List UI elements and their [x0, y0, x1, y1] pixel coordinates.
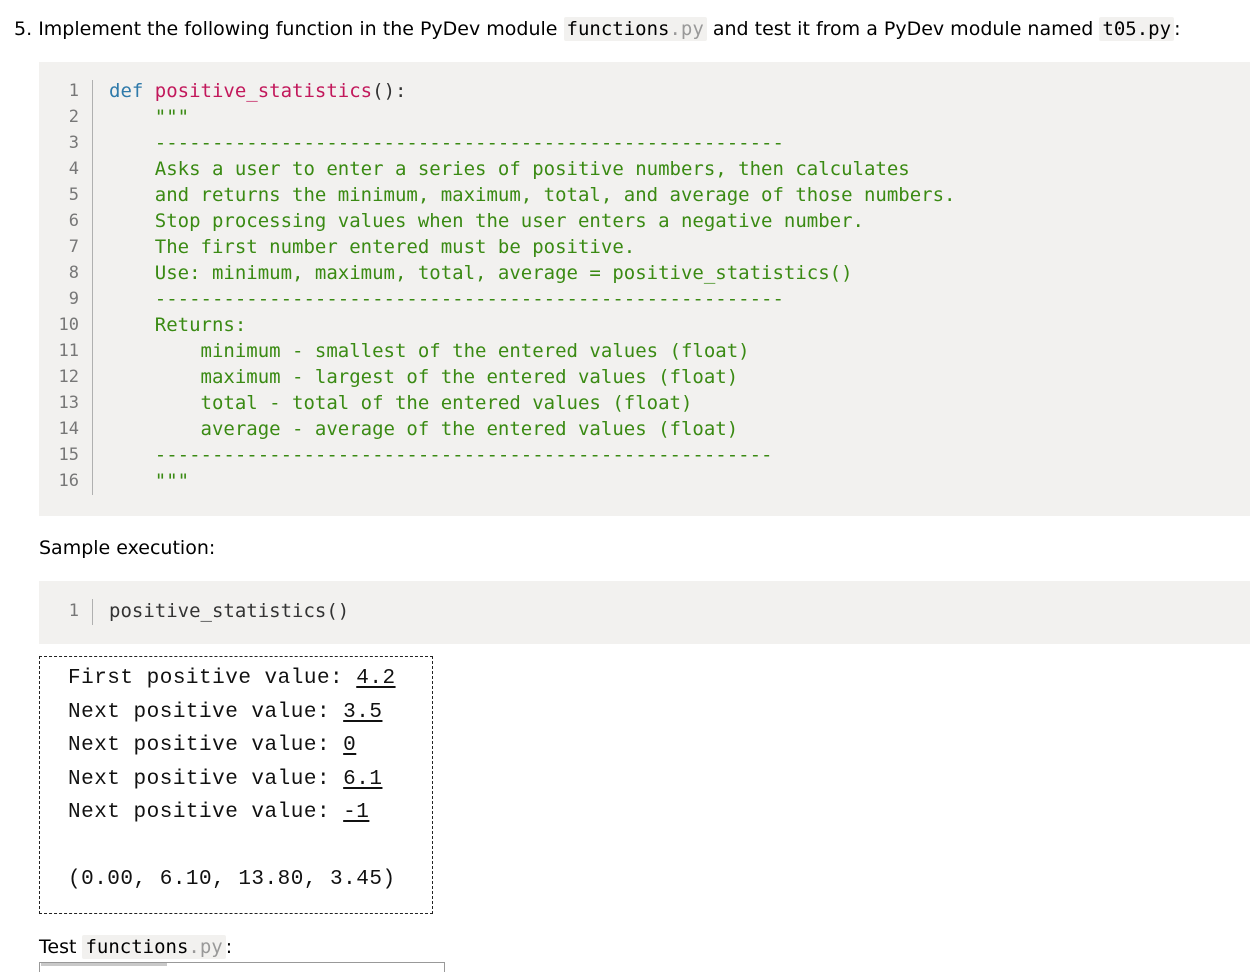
def-keyword: def [109, 80, 144, 102]
code-line: ----------------------------------------… [109, 444, 773, 466]
console-line: Next positive value: -1 [68, 801, 370, 824]
line-number: 9 [68, 289, 79, 309]
sample-call: positive_statistics() [109, 600, 350, 622]
sample-execution-label: Sample execution: [39, 537, 216, 559]
line-number-gutter: 1 2 3 4 5 6 7 8 9 10 11 12 13 14 15 16 [39, 78, 79, 494]
code-line: """ [109, 106, 190, 128]
question-text-before: Implement the following function in the … [38, 18, 558, 40]
code-line: """ [109, 470, 190, 492]
sample-code-block: 1 positive_statistics() [39, 581, 1250, 644]
code-line: Asks a user to enter a series of positiv… [109, 158, 910, 180]
console-line: Next positive value: 6.1 [68, 768, 383, 791]
user-input: 3.5 [343, 701, 383, 724]
console-result: (0.00, 6.10, 13.80, 3.45) [68, 868, 396, 891]
test-module-code: t05.py [1099, 17, 1175, 41]
code-line: Use: minimum, maximum, total, average = … [109, 262, 853, 284]
code-line: ----------------------------------------… [109, 132, 784, 154]
code-line: ----------------------------------------… [109, 288, 784, 310]
line-number: 10 [58, 315, 79, 335]
function-source: def positive_statistics(): """ ---------… [109, 78, 955, 494]
code-line: Returns: [109, 314, 247, 336]
question-text-end: : [1174, 18, 1181, 40]
question-heading: 5. Implement the following function in t… [14, 14, 1244, 44]
module-name-code: functions.py [563, 17, 707, 41]
user-input: -1 [343, 801, 370, 824]
test-label: Test functions.py: [39, 935, 233, 959]
line-number: 12 [58, 367, 79, 387]
console-output: First positive value: 4.2 Next positive … [39, 656, 433, 914]
line-number: 4 [68, 159, 79, 179]
function-code-block: 1 2 3 4 5 6 7 8 9 10 11 12 13 14 15 16 def positive_sta… [39, 62, 1250, 516]
line-number: 7 [68, 237, 79, 257]
code-line: minimum - smallest of the entered values… [109, 340, 750, 362]
test-module-code: functions.py [82, 935, 226, 959]
line-number: 16 [58, 471, 79, 491]
question-number: 5. [14, 18, 33, 40]
user-input: 0 [343, 734, 357, 757]
question-text-middle: and test it from a PyDev module named [712, 18, 1094, 40]
console-line: Next positive value: 0 [68, 734, 357, 757]
console-line: First positive value: 4.2 [68, 667, 396, 690]
gutter-divider [92, 80, 93, 495]
function-name: positive_statistics [154, 80, 373, 102]
line-number: 13 [58, 393, 79, 413]
user-input: 4.2 [356, 667, 396, 690]
code-line: average - average of the entered values … [109, 418, 739, 440]
line-number: 11 [58, 341, 79, 361]
sample-line-number: 1 [68, 601, 79, 621]
sample-gutter-divider [92, 599, 93, 625]
code-line: and returns the minimum, maximum, total,… [109, 184, 956, 206]
line-number: 14 [58, 419, 79, 439]
code-line: total - total of the entered values (flo… [109, 392, 693, 414]
line-number: 15 [58, 445, 79, 465]
user-input: 6.1 [343, 768, 383, 791]
code-line: Stop processing values when the user ent… [109, 210, 864, 232]
console-line: Next positive value: 3.5 [68, 701, 383, 724]
line-number: 1 [68, 81, 79, 101]
test-button[interactable] [41, 963, 167, 971]
code-line: maximum - largest of the entered values … [109, 366, 739, 388]
function-signature-end: (): [372, 80, 407, 102]
line-number: 3 [68, 133, 79, 153]
line-number: 2 [68, 107, 79, 127]
line-number: 5 [68, 185, 79, 205]
line-number: 8 [68, 263, 79, 283]
line-number: 6 [68, 211, 79, 231]
code-line: The first number entered must be positiv… [109, 236, 636, 258]
